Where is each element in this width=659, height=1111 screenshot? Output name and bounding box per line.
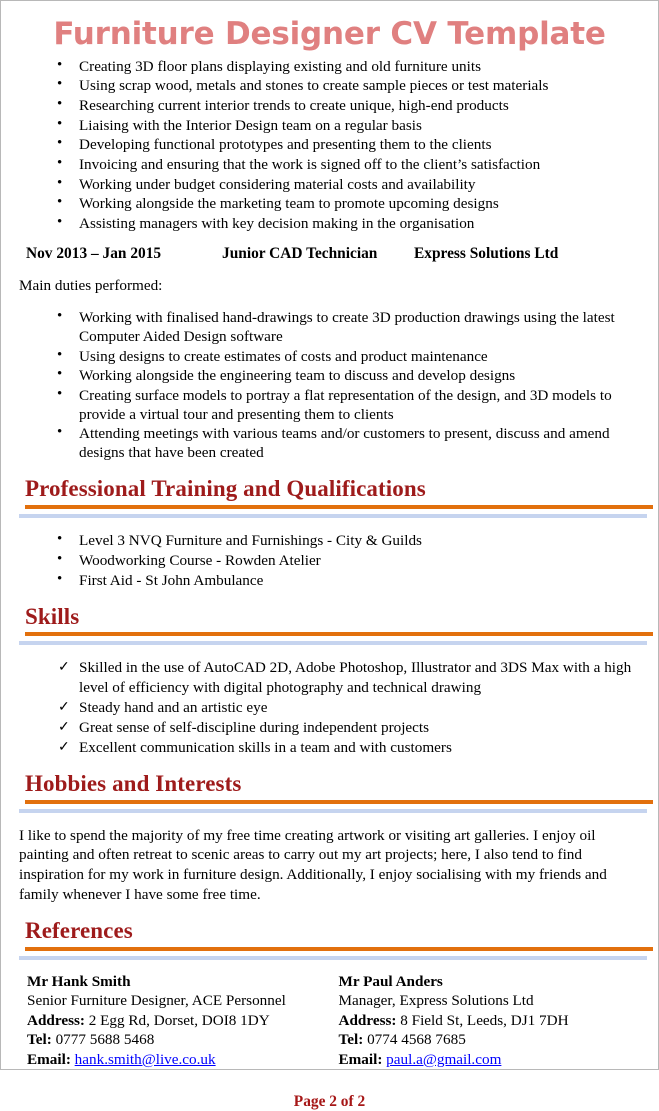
page-footer: Page 2 of 2	[293, 1092, 366, 1110]
reference-name: Mr Paul Anders	[338, 972, 443, 990]
skills-list: Skilled in the use of AutoCAD 2D, Adobe …	[9, 658, 650, 757]
reference-role: Senior Furniture Designer, ACE Personnel	[27, 992, 286, 1010]
training-list: Level 3 NVQ Furniture and Furnishings - …	[9, 530, 650, 590]
reference-address: 2 Egg Rd, Dorset, DOI8 1DY	[88, 1011, 270, 1029]
reference-entry: Mr Paul Anders Manager, Express Solution…	[339, 972, 651, 1069]
list-item: First Aid - St John Ambulance	[9, 570, 650, 590]
section-heading: Professional Training and Qualifications	[25, 476, 426, 502]
job-company: Express Solutions Ltd	[414, 245, 559, 263]
job-lead-in: Main duties performed:	[19, 277, 163, 295]
email-label: Email:	[27, 1050, 71, 1068]
reference-email-link[interactable]: paul.a@gmail.com	[386, 1051, 501, 1068]
list-item: Assisting managers with key decision mak…	[9, 213, 650, 233]
reference-email-link[interactable]: hank.smith@live.co.uk	[75, 1051, 216, 1068]
list-item: Working with finalised hand-drawings to …	[9, 307, 650, 346]
divider-orange	[25, 505, 653, 510]
job-header-row: Nov 2013 – Jan 2015 Junior CAD Technician…	[9, 244, 650, 264]
list-item: Attending meetings with various teams an…	[9, 423, 650, 462]
page-title: Furniture Designer CV Template	[53, 16, 606, 52]
reference-address-line: Address: 8 Field St, Leeds, DJ1 7DH	[339, 1011, 651, 1030]
section-body: Level 3 NVQ Furniture and Furnishings - …	[9, 530, 650, 590]
list-item: Developing functional prototypes and pre…	[9, 134, 650, 154]
list-item: Excellent communication skills in a team…	[9, 738, 650, 758]
reference-address-line: Address: 2 Egg Rd, Dorset, DOI8 1DY	[27, 1011, 339, 1030]
divider-orange	[25, 799, 653, 804]
reference-entry: Mr Hank Smith Senior Furniture Designer,…	[27, 972, 339, 1069]
list-item: Creating surface models to portray a fla…	[9, 385, 650, 424]
cv-page: Furniture Designer CV Template Creating …	[0, 0, 659, 1110]
section-heading: Skills	[25, 603, 80, 629]
reference-name: Mr Hank Smith	[27, 972, 131, 990]
section-professional-training: Professional Training and Qualifications…	[9, 476, 653, 590]
divider-blue	[19, 955, 647, 960]
list-item: Researching current interior trends to c…	[9, 95, 650, 115]
address-label: Address:	[27, 1011, 85, 1029]
tel-label: Tel:	[27, 1031, 52, 1049]
section-heading: References	[25, 918, 133, 944]
job-duties-list: Working with finalised hand-drawings to …	[9, 307, 650, 462]
list-item: Using designs to create estimates of cos…	[9, 346, 650, 366]
divider-blue	[19, 641, 647, 646]
page-content: Furniture Designer CV Template Creating …	[1, 18, 658, 1111]
divider-blue	[19, 514, 647, 519]
list-item: Steady hand and an artistic eye	[9, 698, 650, 718]
section-skills: Skills Skilled in the use of AutoCAD 2D,…	[9, 603, 653, 757]
job-dates: Nov 2013 – Jan 2015	[26, 245, 162, 263]
section-hobbies: Hobbies and Interests I like to spend th…	[9, 771, 653, 904]
reference-email-line: Email: paul.a@gmail.com	[339, 1050, 651, 1069]
address-label: Address:	[338, 1011, 397, 1029]
list-item: Working alongside the engineering team t…	[9, 365, 650, 385]
list-item: Liaising with the Interior Design team o…	[9, 115, 650, 135]
list-item: Creating 3D floor plans displaying exist…	[9, 56, 650, 76]
list-item: Working alongside the marketing team to …	[9, 193, 650, 213]
list-item: Invoicing and ensuring that the work is …	[9, 154, 650, 174]
email-label: Email:	[338, 1050, 383, 1068]
section-heading: Hobbies and Interests	[25, 771, 242, 797]
list-item: Using scrap wood, metals and stones to c…	[9, 75, 650, 95]
divider-orange	[25, 946, 653, 951]
hobbies-paragraph: I like to spend the majority of my free …	[19, 826, 607, 903]
reference-tel: 0774 4568 7685	[367, 1031, 466, 1049]
divider-orange	[25, 632, 653, 637]
list-item: Level 3 NVQ Furniture and Furnishings - …	[9, 530, 650, 550]
reference-address: 8 Field St, Leeds, DJ1 7DH	[400, 1011, 569, 1029]
job-title: Junior CAD Technician	[222, 245, 378, 263]
list-item: Woodworking Course - Rowden Atelier	[9, 550, 650, 570]
section-references: References Mr Hank Smith Senior Furnitur…	[9, 918, 653, 1069]
reference-tel-line: Tel: 0774 4568 7685	[339, 1030, 651, 1049]
top-duties-list: Creating 3D floor plans displaying exist…	[9, 56, 650, 234]
section-body: I like to spend the majority of my free …	[9, 826, 650, 904]
list-item: Skilled in the use of AutoCAD 2D, Adobe …	[9, 658, 650, 697]
section-body: Skilled in the use of AutoCAD 2D, Adobe …	[9, 658, 650, 757]
list-item: Working under budget considering materia…	[9, 174, 650, 194]
reference-role: Manager, Express Solutions Ltd	[338, 992, 534, 1010]
reference-tel-line: Tel: 0777 5688 5468	[27, 1030, 339, 1049]
divider-blue	[19, 808, 647, 813]
references-columns: Mr Hank Smith Senior Furniture Designer,…	[9, 972, 650, 1069]
tel-label: Tel:	[338, 1031, 364, 1049]
reference-tel: 0777 5688 5468	[55, 1031, 155, 1049]
reference-email-line: Email: hank.smith@live.co.uk	[27, 1050, 339, 1069]
list-item: Great sense of self-discipline during in…	[9, 718, 650, 738]
